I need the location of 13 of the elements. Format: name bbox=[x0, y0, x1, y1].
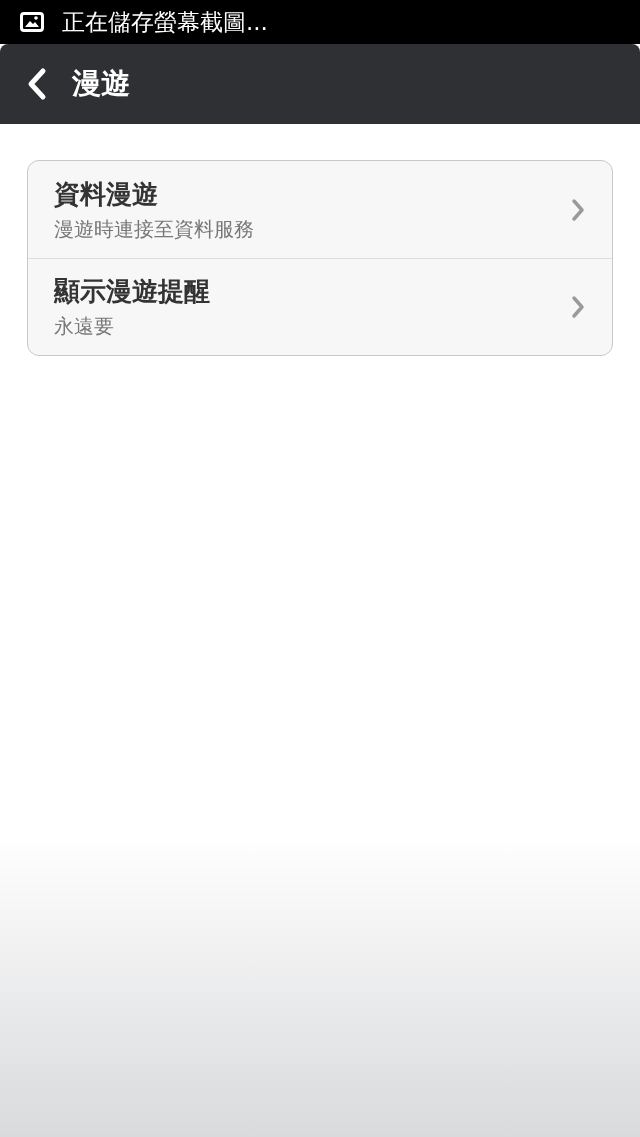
chevron-icon bbox=[570, 295, 586, 319]
back-button[interactable] bbox=[26, 67, 48, 101]
settings-item[interactable]: 顯示漫遊提醒 永遠要 bbox=[28, 258, 612, 355]
back-icon bbox=[26, 67, 48, 101]
item-subtitle: 漫遊時連接至資料服務 bbox=[54, 215, 254, 243]
settings-item[interactable]: 資料漫遊 漫遊時連接至資料服務 bbox=[28, 161, 612, 258]
image-icon bbox=[20, 12, 44, 32]
notification-text: 正在儲存螢幕截圖... bbox=[62, 7, 268, 37]
chevron-icon bbox=[570, 197, 586, 222]
item-title: 資料漫遊 bbox=[54, 177, 159, 211]
page-title: 漫遊 bbox=[72, 65, 130, 102]
item-title: 顯示漫遊提醒 bbox=[54, 275, 210, 308]
item-subtitle: 永遠要 bbox=[54, 313, 115, 340]
